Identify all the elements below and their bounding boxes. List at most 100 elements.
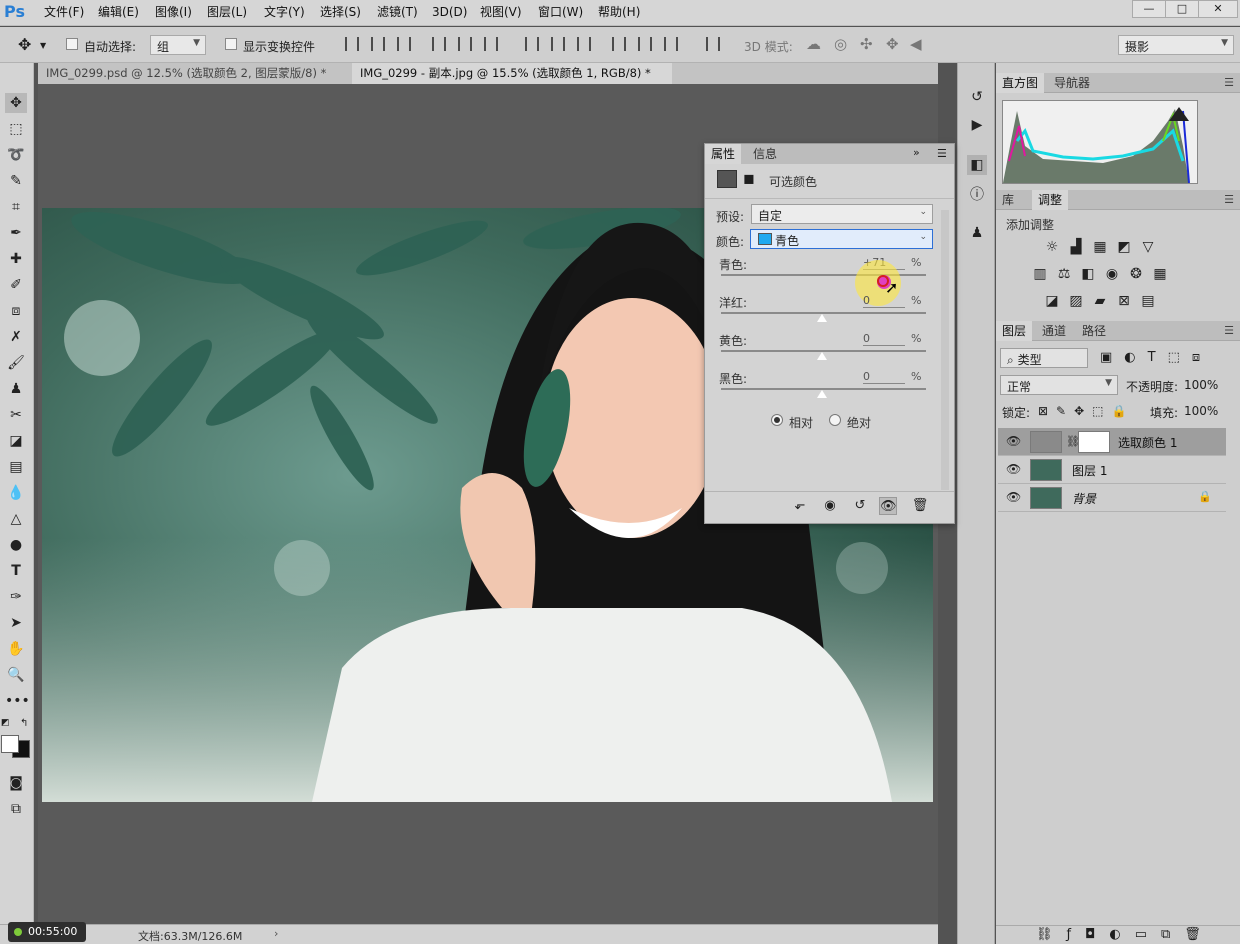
layer-filter-dropdown[interactable]: ⌕ 类型 [1000, 348, 1088, 368]
menu-type[interactable]: 文字(Y) [264, 4, 305, 20]
3d-slide-icon[interactable]: ✥ [886, 35, 899, 53]
panel-menu-icon[interactable]: ☰ [1224, 193, 1234, 206]
close-button[interactable]: ✕ [1198, 0, 1238, 18]
zoom-tool-icon[interactable]: 🔍 [5, 665, 27, 685]
dodge-tool-icon[interactable]: ● [5, 535, 27, 555]
posterize-icon[interactable]: ▨ [1068, 294, 1084, 308]
move-tool-icon[interactable]: ✥ [5, 93, 27, 113]
menu-window[interactable]: 窗口(W) [538, 4, 583, 20]
workspace-dropdown[interactable]: 摄影 ▼ [1118, 35, 1234, 55]
align-bottom-icon[interactable] [397, 37, 411, 51]
menu-file[interactable]: 文件(F) [44, 4, 84, 20]
magenta-value[interactable]: 0 [863, 294, 905, 308]
view-previous-icon[interactable]: ◉ [821, 497, 839, 515]
pen-tool-icon[interactable]: ✑ [5, 587, 27, 607]
clip-to-layer-icon[interactable]: ⬐ [791, 497, 809, 515]
foreground-color-swatch[interactable] [1, 735, 19, 753]
menu-select[interactable]: 选择(S) [320, 4, 361, 20]
default-colors-icon[interactable]: ◩ [1, 718, 10, 728]
actions-play-icon[interactable]: ▶ [967, 115, 987, 135]
quick-mask-icon[interactable]: ◙ [5, 773, 27, 793]
blend-mode-dropdown[interactable]: 正常 ▼ [1000, 375, 1118, 395]
slider-thumb-magenta[interactable] [817, 314, 827, 322]
tab-histogram[interactable]: 直方图 [996, 73, 1045, 93]
3d-drag-icon[interactable]: ✣ [860, 35, 873, 53]
slider-thumb-black[interactable] [817, 390, 827, 398]
lock-icons[interactable]: ⊠✎✥⬚🔒 [1038, 404, 1134, 418]
relative-radio[interactable] [771, 414, 783, 426]
color-balance-icon[interactable]: ⚖ [1056, 267, 1072, 281]
threshold-icon[interactable]: ▰ [1092, 294, 1108, 308]
auto-select-checkbox[interactable] [66, 38, 78, 50]
3d-rotate-icon[interactable]: ☁ [806, 35, 821, 53]
clone-source-icon[interactable]: ♟ [967, 223, 987, 243]
slider-thumb-yellow[interactable] [817, 352, 827, 360]
3d-scale-icon[interactable]: ◀ [910, 35, 922, 53]
clone-stamp-tool-icon[interactable]: ♟ [5, 379, 27, 399]
type-tool-icon[interactable]: T [5, 561, 27, 581]
tab-channels[interactable]: 通道 [1036, 321, 1072, 341]
color-lookup-icon[interactable]: ▦ [1152, 267, 1168, 281]
distribute-right-icon[interactable] [664, 37, 678, 51]
exposure-icon[interactable]: ◩ [1116, 240, 1132, 254]
align-top-icon[interactable] [345, 37, 359, 51]
history-brush-tool-icon[interactable]: ✗ [5, 327, 27, 347]
tab-navigator[interactable]: 导航器 [1048, 73, 1096, 93]
hue-saturation-icon[interactable]: ▥ [1032, 267, 1048, 281]
brush2-tool-icon[interactable]: 🖌 [5, 353, 27, 373]
selective-color-icon[interactable]: ⊠ [1116, 294, 1132, 308]
panel-menu-icon[interactable]: ☰ [937, 147, 947, 160]
tab-paths[interactable]: 路径 [1076, 321, 1112, 341]
screen-mode-icon[interactable]: ⧉ [5, 799, 27, 819]
tab-info[interactable]: 信息 [747, 144, 783, 164]
align-right-icon[interactable] [484, 37, 498, 51]
tab-adjustments[interactable]: 调整 [1032, 190, 1069, 210]
adjustment-icon[interactable] [717, 170, 737, 188]
layer-row-background[interactable]: 👁 背景 🔒 [998, 484, 1226, 512]
black-value[interactable]: 0 [863, 370, 905, 384]
layer-row-layer1[interactable]: 👁 图层 1 [998, 456, 1226, 484]
tab-layers[interactable]: 图层 [996, 321, 1033, 341]
history-tool-icon[interactable]: ✂ [5, 405, 27, 425]
menu-view[interactable]: 视图(V) [480, 4, 522, 20]
distribute-bottom-icon[interactable] [577, 37, 591, 51]
crop-tool-icon[interactable]: ⌗ [5, 197, 27, 217]
eraser-tool-icon[interactable]: ◪ [5, 431, 27, 451]
layer-filter-icons[interactable]: ▣◐T⬚⧈ [1100, 350, 1212, 365]
menu-image[interactable]: 图像(I) [155, 4, 192, 20]
eye-icon[interactable]: 👁 [1006, 462, 1021, 476]
align-vcenter-icon[interactable] [371, 37, 385, 51]
colors-dropdown[interactable]: 青色 ⌄ [750, 229, 933, 249]
brush-tool-icon[interactable]: ✐ [5, 275, 27, 295]
blur-tool-icon[interactable]: 💧 [5, 483, 27, 503]
gradient-map-icon[interactable]: ▤ [1140, 294, 1156, 308]
curves-icon[interactable]: ▦ [1092, 240, 1108, 254]
minimize-button[interactable]: — [1132, 0, 1166, 18]
distribute-hcenter-icon[interactable] [638, 37, 652, 51]
brightness-icon[interactable]: ☼ [1044, 240, 1060, 254]
healing-brush-tool-icon[interactable]: ✚ [5, 249, 27, 269]
align-hcenter-icon[interactable] [458, 37, 472, 51]
mask-icon[interactable]: ◼ [743, 171, 759, 187]
eyedropper-tool-icon[interactable]: ✒ [5, 223, 27, 243]
invert-icon[interactable]: ◪ [1044, 294, 1060, 308]
properties-panel-icon[interactable]: ◧ [967, 155, 987, 175]
menu-help[interactable]: 帮助(H) [598, 4, 640, 20]
photo-filter-icon[interactable]: ◉ [1104, 267, 1120, 281]
menu-layer[interactable]: 图层(L) [207, 4, 247, 20]
gradient-tool-icon[interactable]: ▤ [5, 457, 27, 477]
hand-tool-icon[interactable]: ✋ [5, 639, 27, 659]
maximize-button[interactable]: □ [1165, 0, 1199, 18]
swap-colors-icon[interactable]: ↰ [20, 718, 28, 729]
eye-icon[interactable]: 👁 [1006, 490, 1021, 504]
history-panel-icon[interactable]: ↺ [967, 87, 987, 107]
collapse-icon[interactable]: » [913, 146, 920, 159]
stamp-tool-icon[interactable]: ⧈ [5, 301, 27, 321]
eye-icon[interactable]: 👁 [1006, 434, 1021, 448]
chevron-right-icon[interactable]: › [274, 927, 278, 940]
lasso-tool-icon[interactable]: ➰ [5, 145, 27, 165]
panel-menu-icon[interactable]: ☰ [1224, 324, 1234, 337]
distribute-top-icon[interactable] [525, 37, 539, 51]
layer-row-selective-color[interactable]: 👁 ⛓ 选取颜色 1 [998, 428, 1226, 456]
menu-filter[interactable]: 滤镜(T) [377, 4, 418, 20]
